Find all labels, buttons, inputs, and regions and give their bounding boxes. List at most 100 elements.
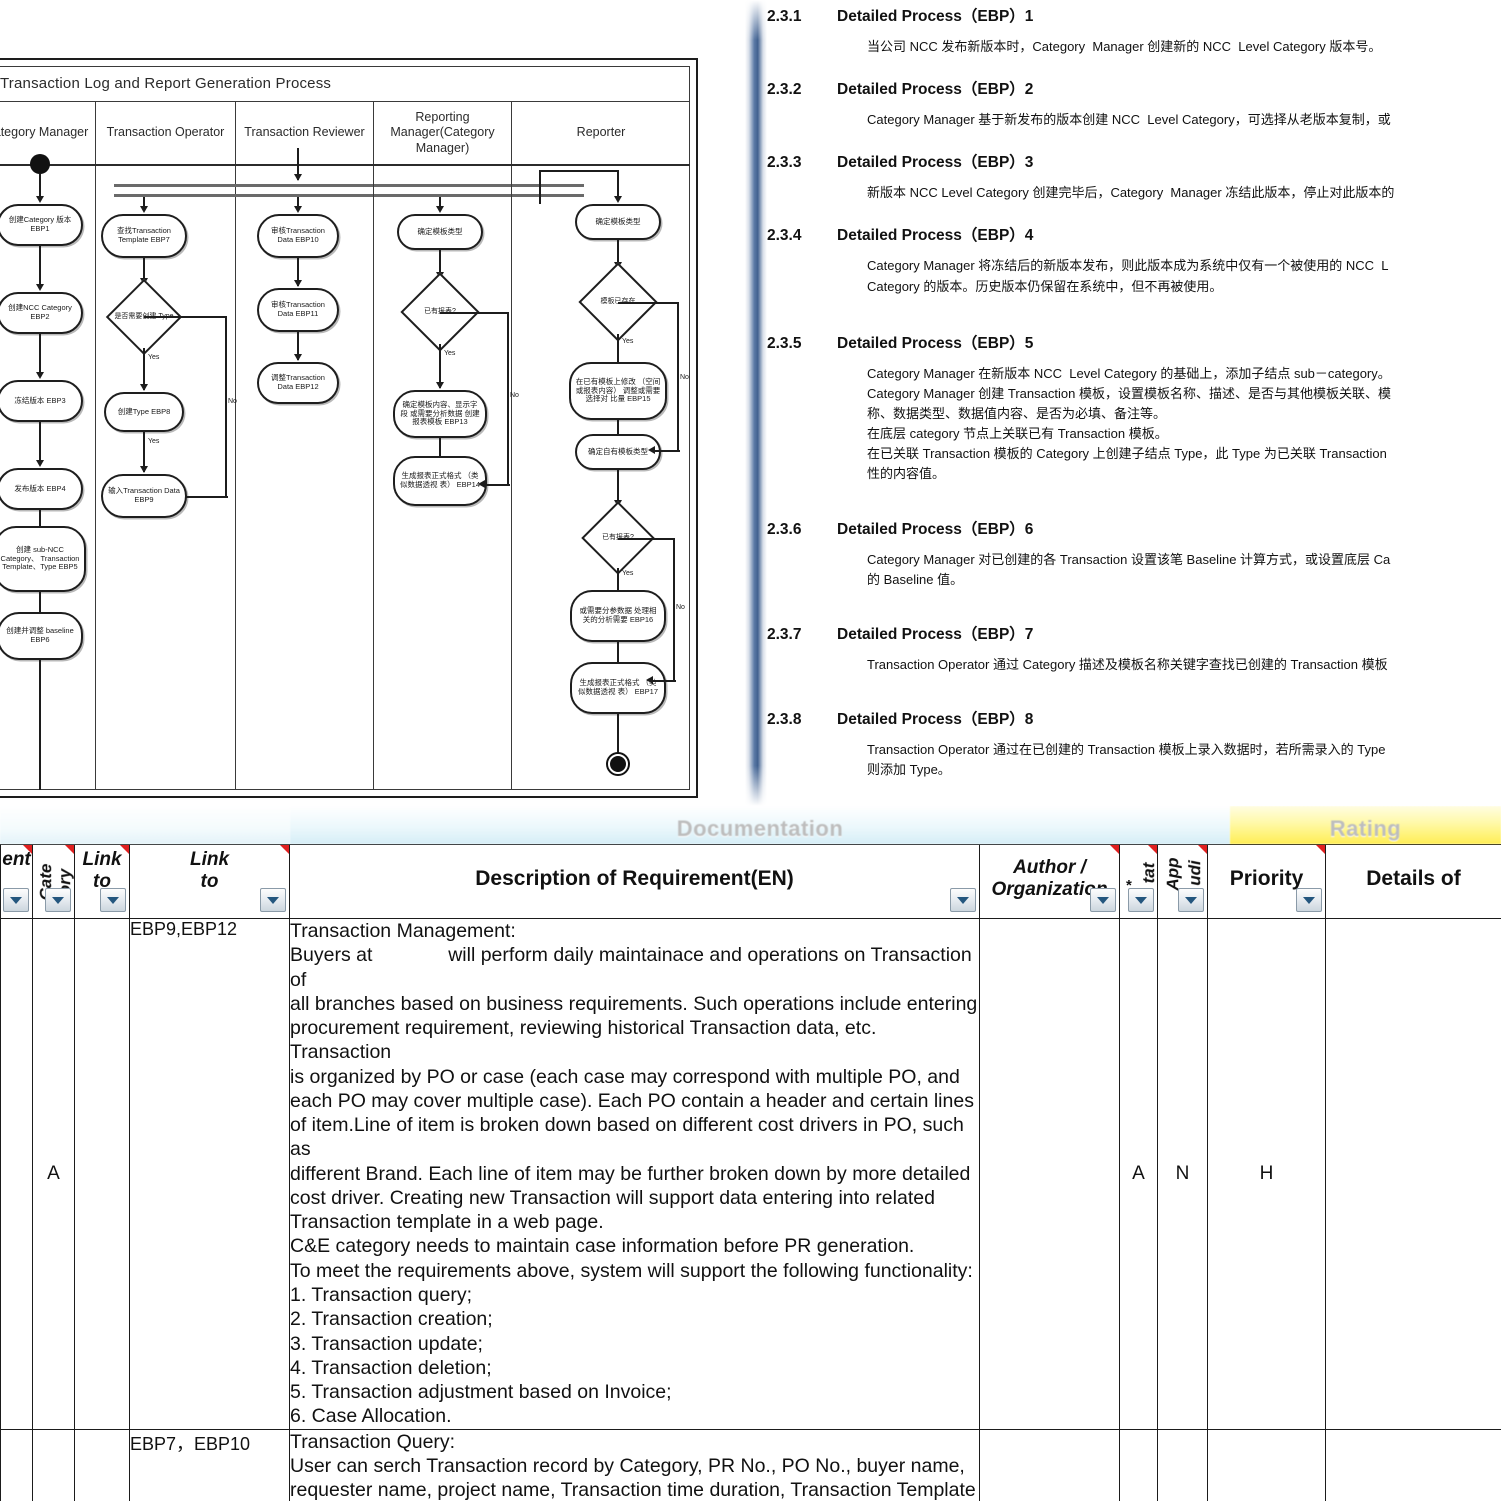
section-body: Category Manager 对已创建的各 Transaction 设置该笔… (867, 551, 1391, 587)
cell-author[interactable] (979, 918, 1120, 1430)
filter-dropdown-approval[interactable] (1178, 888, 1204, 912)
cell-category[interactable]: A (32, 918, 75, 1430)
edge-arrow (646, 676, 653, 684)
section-body: 新版本 NCC Level Category 创建完毕后，Category Ma… (867, 185, 1395, 201)
edge (39, 660, 41, 790)
blue-vertical-divider[interactable] (745, 0, 767, 806)
filter-dropdown-author[interactable] (1090, 888, 1116, 912)
edge-arrow (614, 196, 622, 203)
section-title: Detailed Process（EBP）4 (837, 227, 1034, 245)
section-body: Category Manager 在新版本 NCC Level Category… (867, 365, 1391, 482)
cell-link-to-2[interactable]: EBP9,EBP12 (129, 918, 290, 1430)
doc-section-heading: 2.3.4 Detailed Process（EBP）4 (767, 223, 1501, 245)
filter-dropdown-link-to-2[interactable] (260, 888, 286, 912)
cell-requirement[interactable] (0, 1428, 33, 1501)
filter-dropdown-status[interactable] (1128, 888, 1154, 912)
edge-arrow (36, 372, 44, 379)
edge-arrow (36, 460, 44, 467)
cell-author[interactable] (979, 1428, 1120, 1501)
end-node (608, 754, 628, 774)
section-title: Detailed Process（EBP）8 (837, 710, 1034, 728)
doc-section: 2.3.7 Detailed Process（EBP）7 Transaction… (767, 622, 1501, 675)
flow-node: 查找Transaction Template EBP7 (101, 214, 187, 258)
cell-details[interactable] (1325, 918, 1501, 1430)
cell-link-to-1[interactable] (74, 918, 130, 1430)
edge (652, 680, 676, 682)
edge-arrow (294, 354, 302, 361)
doc-section-heading: 2.3.1 Detailed Process（EBP）1 (767, 4, 1501, 26)
column-header-link-to-1[interactable]: Link to (74, 844, 130, 919)
edge-label-no: No (676, 604, 685, 611)
section-number: 2.3.1 (767, 8, 802, 25)
filter-dropdown-link-to-1[interactable] (100, 888, 126, 912)
description-text: Transaction Management: Buyers at will p… (290, 920, 978, 1428)
doc-section-heading: 2.3.6 Detailed Process（EBP）6 (767, 517, 1501, 539)
chevron-down-icon (1135, 896, 1147, 904)
cell-link-to-1[interactable] (74, 1428, 130, 1501)
flow-node: 生成报表正式格式 （类似数据透视 表） EBP17 (570, 662, 666, 714)
screenshot-root: Transaction Log and Report Generation Pr… (0, 0, 1501, 1501)
cell-approval[interactable]: N (1157, 918, 1208, 1430)
doc-section-heading: 2.3.3 Detailed Process（EBP）3 (767, 150, 1501, 172)
section-body: 当公司 NCC 发布新版本时，Category Manager 创建新的 NCC… (867, 39, 1382, 54)
cell-status[interactable]: A (1119, 918, 1158, 1430)
column-header-status[interactable]: * tat (1119, 844, 1158, 919)
column-header-description[interactable]: Description of Requirement(EN) (289, 844, 980, 919)
doc-section: 2.3.6 Detailed Process（EBP）6 Category Ma… (767, 517, 1501, 590)
flow-node: 确定模板类型 (575, 204, 661, 240)
chevron-down-icon (1185, 896, 1197, 904)
cell-note-icon (1148, 845, 1157, 854)
table-row[interactable]: A EBP7，EBP10 Transaction Query: User can… (0, 1428, 1501, 1501)
section-number: 2.3.7 (767, 625, 802, 643)
lane-category-manager: 创建Category 版本 EBP1 创建NCC Category EBP2 冻… (0, 154, 96, 790)
doc-section: 2.3.2 Detailed Process（EBP）2 Category Ma… (767, 77, 1501, 130)
edge-arrow (140, 466, 148, 473)
section-body: Category Manager 将冻结后的新版本发布，则此版本成为系统中仅有一… (867, 258, 1389, 294)
cell-priority[interactable]: H (1207, 918, 1326, 1430)
column-header-author[interactable]: Author / Organization (979, 844, 1120, 919)
cell-details[interactable] (1325, 1428, 1501, 1501)
column-header-approval[interactable]: App udi (1157, 844, 1208, 919)
filter-dropdown-priority[interactable] (1296, 888, 1322, 912)
cell-requirement[interactable] (0, 918, 33, 1430)
doc-section-heading: 2.3.5 Detailed Process（EBP）5 (767, 331, 1501, 353)
filter-dropdown-requirement[interactable] (3, 888, 29, 912)
cell-category[interactable]: A (32, 1428, 75, 1501)
column-header-requirement[interactable]: ent (0, 844, 33, 919)
cell-status[interactable]: A (1119, 1428, 1158, 1501)
section-number: 2.3.8 (767, 710, 802, 728)
edge-arrow (140, 384, 148, 391)
cell-description[interactable]: Transaction Management: Buyers at will p… (289, 918, 980, 1430)
edge-label-yes: Yes (444, 350, 456, 357)
cell-note-icon (65, 845, 74, 854)
filter-dropdown-description[interactable] (950, 888, 976, 912)
edge (144, 316, 226, 318)
column-header-link-to-2[interactable]: Link to (129, 844, 290, 919)
edge-arrow (294, 174, 302, 181)
flow-node: 调整Transaction Data EBP12 (257, 362, 339, 404)
edge (617, 714, 619, 758)
flow-node: 确定模板内容、显示字段 或需要分析数据 创建报表模板 EBP13 (393, 390, 487, 438)
chevron-down-icon (1303, 896, 1315, 904)
spreadsheet-panel: Documentation Rating ent Cate ory Link t… (0, 806, 1501, 1501)
table-row[interactable]: A EBP9,EBP12 Transaction Management: Buy… (0, 918, 1501, 1430)
section-title: Detailed Process（EBP）5 (837, 334, 1034, 352)
cell-priority[interactable]: H (1207, 1428, 1326, 1501)
edge (186, 496, 228, 498)
column-header-priority[interactable]: Priority (1207, 844, 1326, 919)
section-title: Detailed Process（EBP）3 (837, 154, 1034, 172)
section-title: Detailed Process（EBP）6 (837, 520, 1034, 538)
edge-arrow (36, 284, 44, 291)
edge (654, 450, 680, 452)
edge (39, 334, 41, 376)
column-header-category[interactable]: Cate ory (32, 844, 75, 919)
flowchart-panel: Transaction Log and Report Generation Pr… (0, 0, 700, 806)
edge-label-yes: Yes (622, 338, 634, 345)
chevron-down-icon (957, 896, 969, 904)
cell-approval[interactable]: N (1157, 1428, 1208, 1501)
column-header-details[interactable]: Details of (1325, 844, 1501, 919)
section-title: Detailed Process（EBP）1 (837, 8, 1034, 25)
filter-dropdown-category[interactable] (45, 888, 71, 912)
cell-link-to-2[interactable]: EBP7，EBP10 (129, 1428, 290, 1501)
cell-description[interactable]: Transaction Query: User can serch Transa… (289, 1428, 980, 1501)
